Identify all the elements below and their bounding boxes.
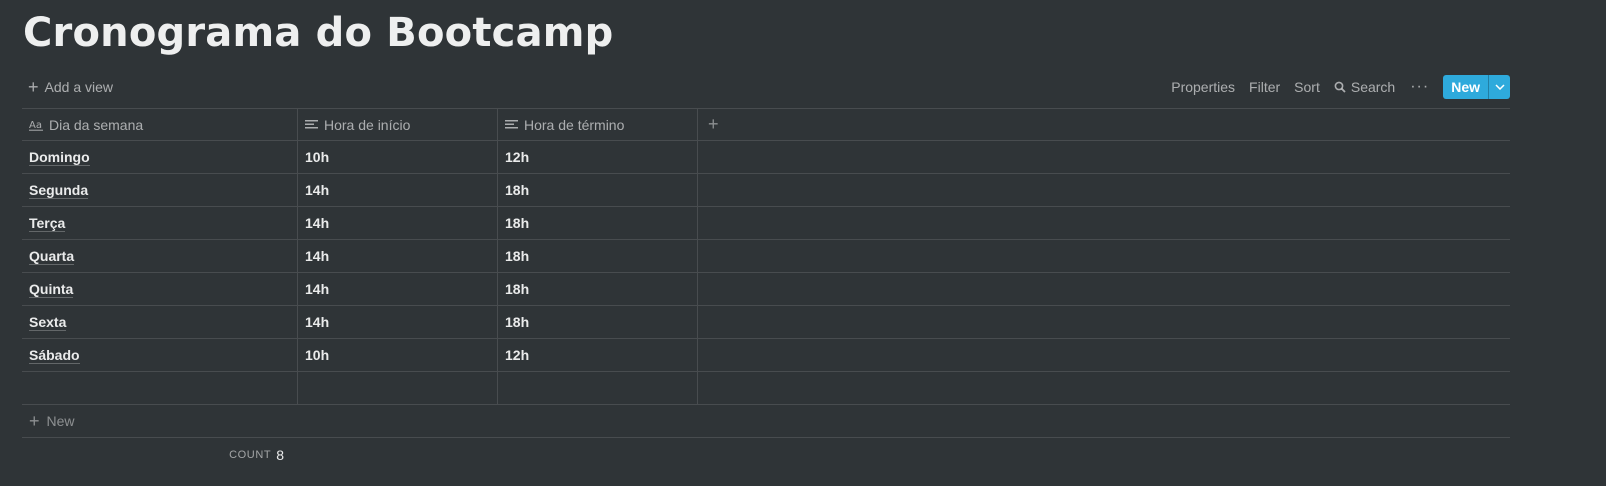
end-time-cell[interactable]: 12h xyxy=(498,141,698,173)
start-time-cell[interactable]: 14h xyxy=(298,174,498,206)
text-lines-icon xyxy=(305,119,318,131)
day-name: Sábado xyxy=(29,346,80,364)
empty-cell xyxy=(698,207,1510,239)
start-time-cell[interactable]: 10h xyxy=(298,141,498,173)
start-time-cell[interactable]: 10h xyxy=(298,339,498,371)
empty-cell xyxy=(698,306,1510,338)
properties-label: Properties xyxy=(1171,79,1236,95)
add-column-plus-icon[interactable]: + xyxy=(698,109,1510,140)
empty-cell xyxy=(698,174,1510,206)
table-row[interactable]: Quarta 14h 18h xyxy=(22,240,1510,273)
sort-button[interactable]: Sort xyxy=(1287,79,1327,95)
svg-text:Aa: Aa xyxy=(29,120,42,131)
filter-button[interactable]: Filter xyxy=(1242,79,1287,95)
new-button[interactable]: New xyxy=(1443,75,1488,99)
sort-label: Sort xyxy=(1294,79,1320,95)
new-button-group: New xyxy=(1443,75,1510,99)
count-label: COUNT xyxy=(229,449,272,461)
empty-cell[interactable] xyxy=(22,372,298,404)
day-name: Quinta xyxy=(29,280,74,298)
day-cell[interactable]: Sábado xyxy=(22,339,298,371)
column-header-day[interactable]: Aa Dia da semana xyxy=(22,109,298,140)
empty-row[interactable] xyxy=(22,372,1510,405)
start-time-cell[interactable]: 14h xyxy=(298,240,498,272)
table-row[interactable]: Segunda 14h 18h xyxy=(22,174,1510,207)
day-cell[interactable]: Quarta xyxy=(22,240,298,272)
search-label: Search xyxy=(1350,79,1396,95)
day-name: Domingo xyxy=(29,148,90,166)
empty-cell xyxy=(698,240,1510,272)
end-time-cell[interactable]: 18h xyxy=(498,240,698,272)
filter-label: Filter xyxy=(1249,79,1281,95)
day-cell[interactable]: Segunda xyxy=(22,174,298,206)
end-time-cell[interactable]: 18h xyxy=(498,273,698,305)
empty-cell[interactable] xyxy=(298,372,498,404)
properties-button[interactable]: Properties xyxy=(1164,79,1242,95)
plus-icon: + xyxy=(28,77,39,97)
end-time-cell[interactable]: 12h xyxy=(498,339,698,371)
plus-icon: + xyxy=(29,410,40,431)
day-cell[interactable]: Domingo xyxy=(22,141,298,173)
start-time-cell[interactable]: 14h xyxy=(298,306,498,338)
count-value: 8 xyxy=(276,447,284,463)
table-row[interactable]: Terça 14h 18h xyxy=(22,207,1510,240)
empty-cell[interactable] xyxy=(498,372,698,404)
column-header-start[interactable]: Hora de início xyxy=(298,109,498,140)
end-time-cell[interactable]: 18h xyxy=(498,306,698,338)
day-cell[interactable]: Sexta xyxy=(22,306,298,338)
day-name: Segunda xyxy=(29,181,89,199)
day-cell[interactable]: Quinta xyxy=(22,273,298,305)
column-header-end[interactable]: Hora de término xyxy=(498,109,698,140)
page-title: Cronograma do Bootcamp xyxy=(23,10,614,56)
empty-cell xyxy=(698,372,1510,404)
table-row[interactable]: Sábado 10h 12h xyxy=(22,339,1510,372)
day-name: Terça xyxy=(29,214,66,232)
day-cell[interactable]: Terça xyxy=(22,207,298,239)
new-row-label: New xyxy=(46,413,75,429)
start-time-cell[interactable]: 14h xyxy=(298,207,498,239)
text-lines-icon xyxy=(505,119,518,131)
new-row-button[interactable]: + New xyxy=(22,405,1510,438)
table-row[interactable]: Quinta 14h 18h xyxy=(22,273,1510,306)
more-options-icon[interactable]: ··· xyxy=(1402,78,1437,96)
empty-cell xyxy=(698,339,1510,371)
table-view: Aa Dia da semana Hora de início Hora de … xyxy=(22,108,1510,472)
search-icon xyxy=(1334,81,1346,93)
table-row[interactable]: Domingo 10h 12h xyxy=(22,141,1510,174)
table-row[interactable]: Sexta 14h 18h xyxy=(22,306,1510,339)
column-header-label: Hora de término xyxy=(524,116,625,133)
calculation-row: COUNT 8 xyxy=(22,438,1510,472)
table-header: Aa Dia da semana Hora de início Hora de … xyxy=(22,108,1510,141)
column-header-label: Dia da semana xyxy=(49,116,144,133)
title-aa-icon: Aa xyxy=(29,119,43,131)
empty-cell xyxy=(698,141,1510,173)
end-time-cell[interactable]: 18h xyxy=(498,207,698,239)
day-name: Sexta xyxy=(29,313,67,331)
count-calculation[interactable]: COUNT 8 xyxy=(22,447,298,463)
end-time-cell[interactable]: 18h xyxy=(498,174,698,206)
add-view-label: Add a view xyxy=(44,79,113,95)
add-view-button[interactable]: + Add a view xyxy=(22,77,113,97)
database-toolbar: + Add a view Properties Filter Sort Sear… xyxy=(22,74,1510,100)
empty-cell xyxy=(698,273,1510,305)
new-dropdown-chevron-icon[interactable] xyxy=(1488,75,1510,99)
day-name: Quarta xyxy=(29,247,75,265)
start-time-cell[interactable]: 14h xyxy=(298,273,498,305)
search-button[interactable]: Search xyxy=(1327,79,1402,95)
column-header-label: Hora de início xyxy=(324,116,411,133)
